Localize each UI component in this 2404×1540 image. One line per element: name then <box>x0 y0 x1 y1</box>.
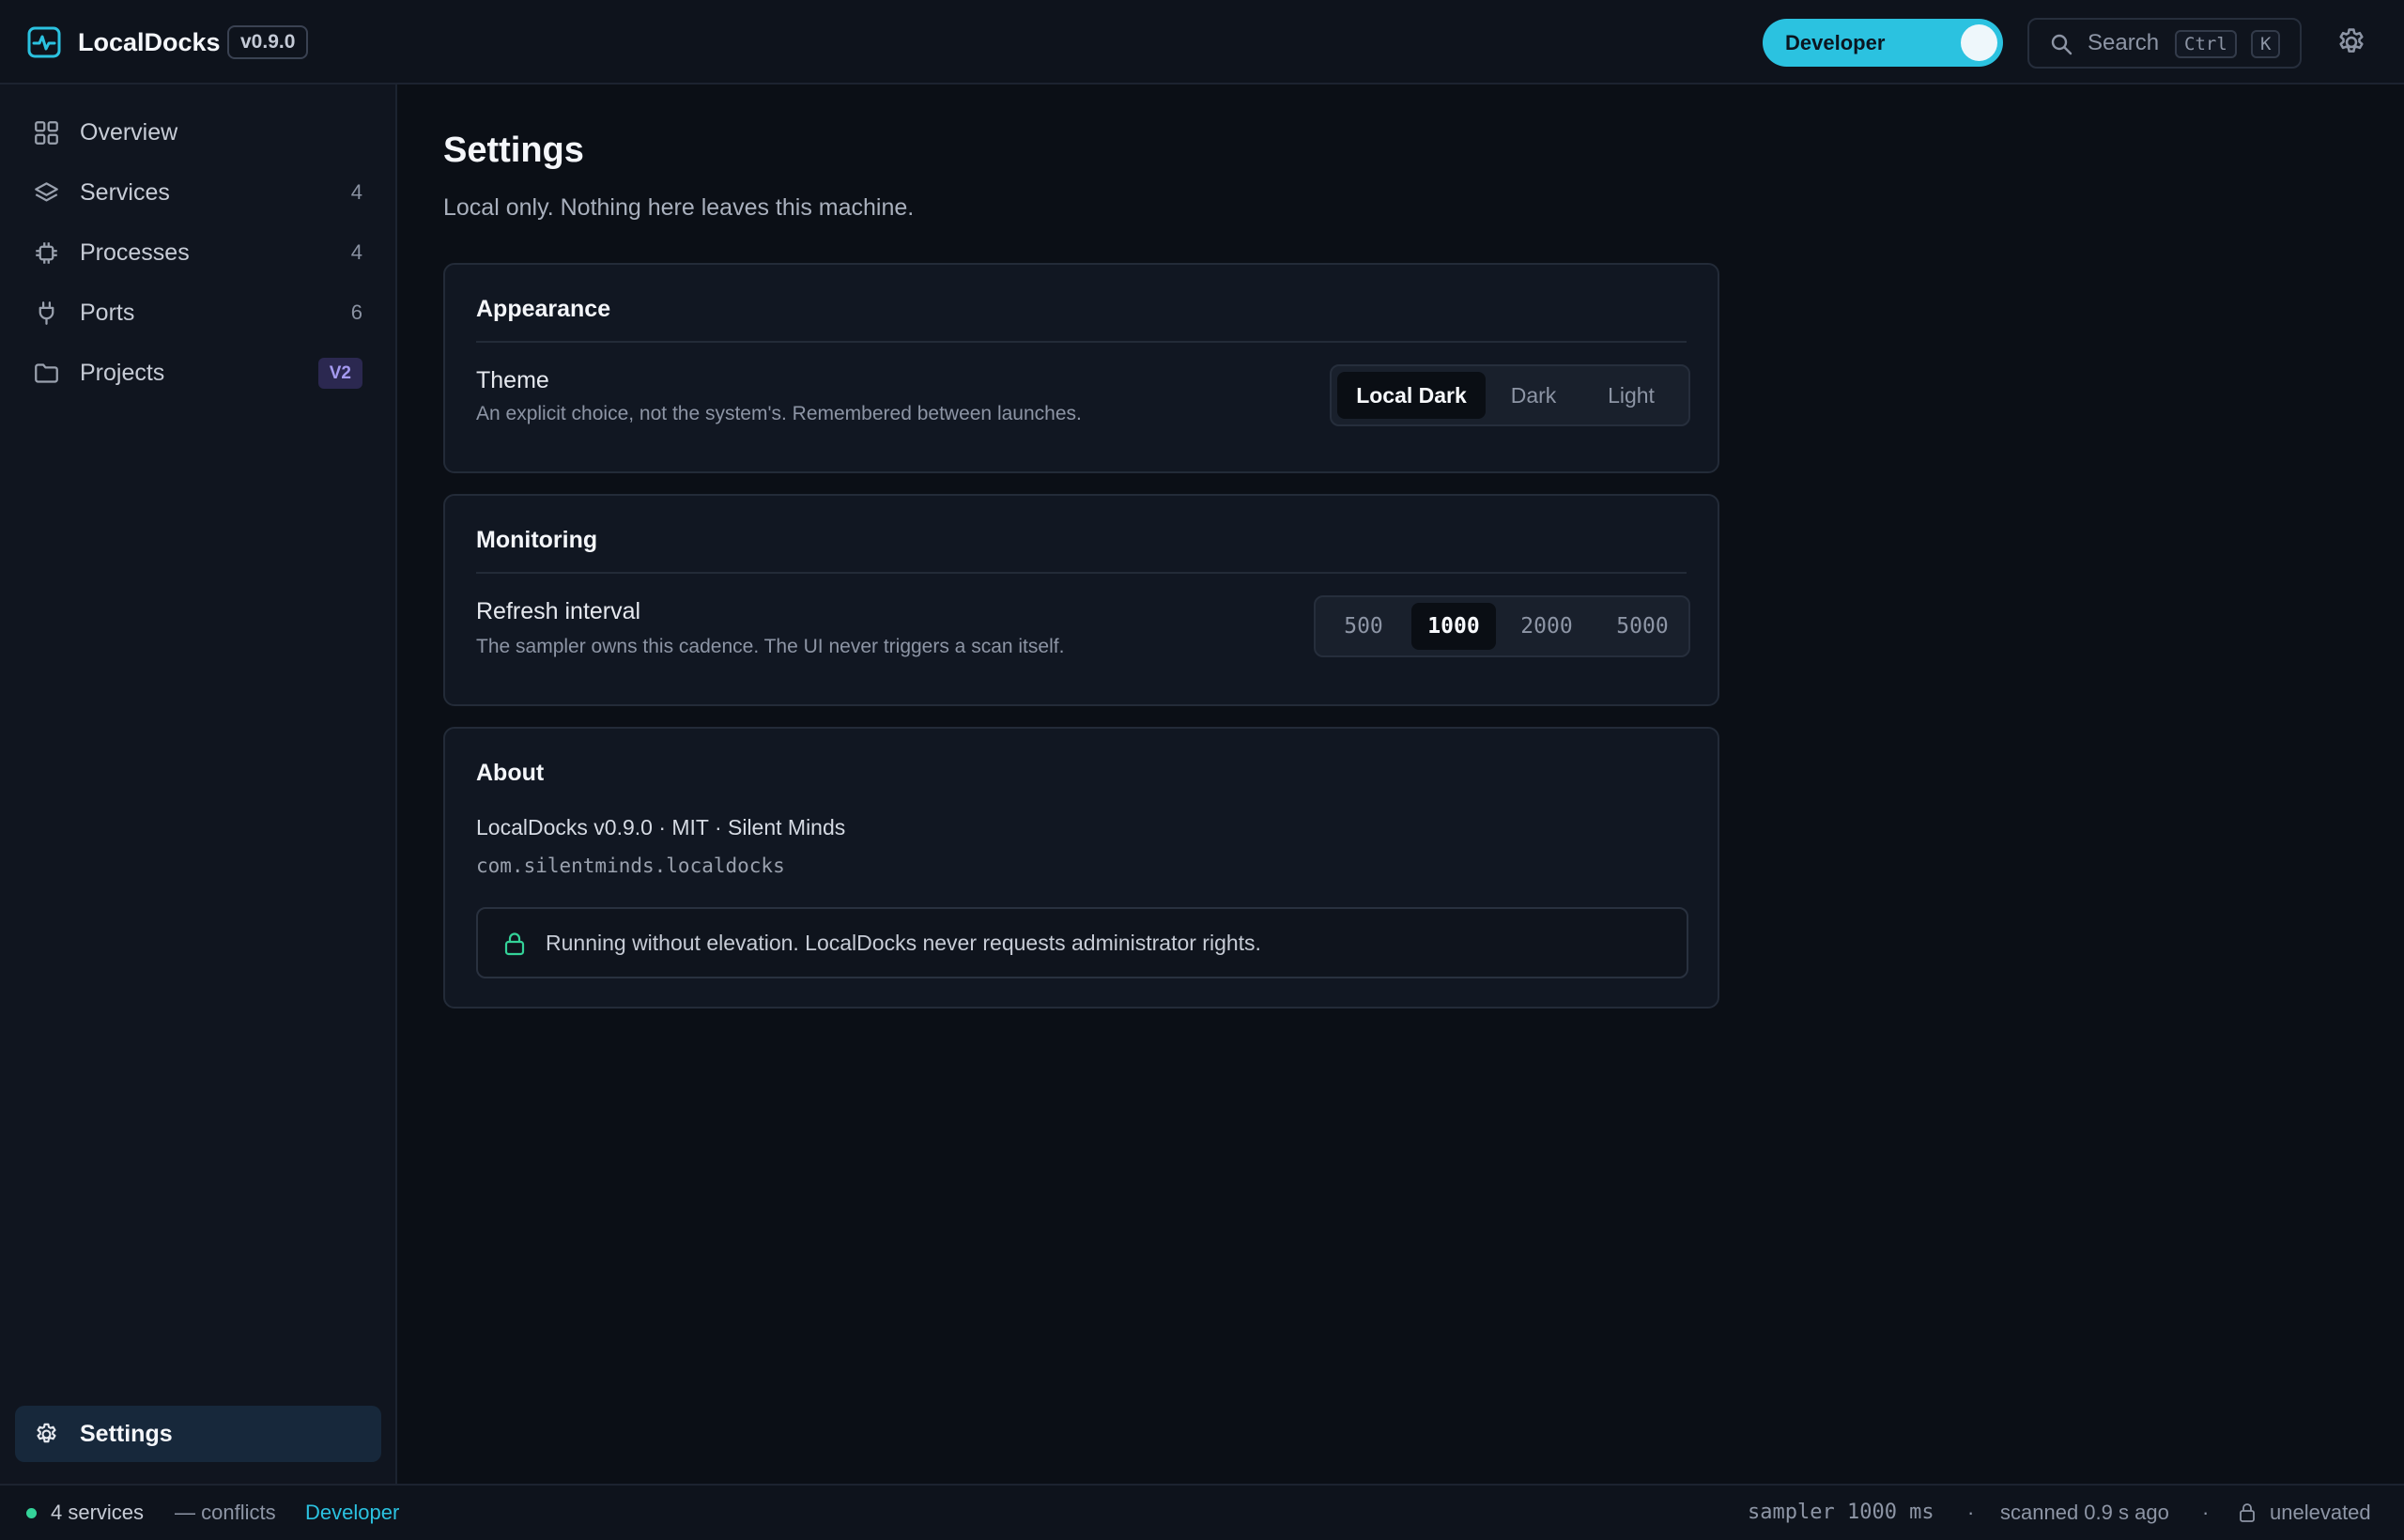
divider <box>476 341 1687 343</box>
ports-count: 6 <box>350 300 362 324</box>
divider <box>476 572 1687 574</box>
sidebar-item-label: Overview <box>80 119 178 146</box>
theme-option-dark[interactable]: Dark <box>1491 372 1576 419</box>
conflicts-status: — conflicts <box>175 1501 276 1524</box>
monitoring-card: Monitoring Refresh interval The sampler … <box>443 494 1719 706</box>
card-title: Monitoring <box>476 527 598 553</box>
shortcut-key-k: K <box>2251 30 2281 58</box>
services-count: 4 <box>350 180 362 204</box>
sidebar-item-label: Processes <box>80 239 190 266</box>
top-bar: LocalDocks v0.9.0 Developer Search Ctrl … <box>0 0 2404 85</box>
sidebar-item-label: Ports <box>80 300 135 326</box>
status-bar: 4 services — conflicts Developer sampler… <box>0 1484 2404 1540</box>
about-card: About LocalDocks v0.9.0 · MIT · Silent M… <box>443 727 1719 1009</box>
separator: · <box>1967 1501 1975 1524</box>
separator: · <box>2202 1501 2210 1524</box>
appearance-card: Appearance Theme An explicit choice, not… <box>443 263 1719 473</box>
cpu-chip-icon <box>36 242 57 264</box>
grid-icon <box>35 121 58 145</box>
search-label: Search <box>2088 30 2160 55</box>
interval-option-1000[interactable]: 1000 <box>1411 603 1496 650</box>
interval-option-2000[interactable]: 2000 <box>1502 603 1592 650</box>
lock-icon <box>2240 1503 2255 1522</box>
plug-icon <box>39 301 54 325</box>
gear-icon <box>37 1423 56 1443</box>
processes-count: 4 <box>350 240 362 264</box>
sidebar-item-settings[interactable]: Settings <box>15 1406 381 1462</box>
page-subtitle: Local only. Nothing here leaves this mac… <box>443 194 915 221</box>
sidebar-item-services[interactable]: Services 4 <box>15 166 381 219</box>
sampler-status: sampler 1000 ms <box>1748 1501 1934 1524</box>
developer-mode-label: Developer <box>1785 31 1886 54</box>
about-version-line: LocalDocks v0.9.0 · MIT · Silent Minds <box>476 815 846 839</box>
gear-icon[interactable] <box>2335 26 2367 58</box>
sidebar-item-label: Projects <box>80 360 165 386</box>
card-title: About <box>476 760 545 786</box>
search-button[interactable]: Search Ctrl K <box>2027 18 2302 69</box>
card-title: Appearance <box>476 296 611 322</box>
theme-selector: Local Dark Dark Light <box>1330 364 1690 426</box>
interval-option-500[interactable]: 500 <box>1321 603 1406 650</box>
sidebar-item-overview[interactable]: Overview <box>15 106 381 159</box>
refresh-interval-label: Refresh interval <box>476 598 641 624</box>
developer-mode-toggle[interactable]: Developer <box>1763 19 2003 67</box>
version-2-badge: V2 <box>317 358 362 389</box>
sidebar-item-processes[interactable]: Processes 4 <box>15 226 381 279</box>
layers-icon <box>35 182 58 202</box>
services-status: 4 services <box>51 1501 145 1524</box>
scanned-status: scanned 0.9 s ago <box>2000 1501 2169 1524</box>
theme-option-local-dark[interactable]: Local Dark <box>1337 372 1486 419</box>
sidebar-item-label: Services <box>80 179 170 206</box>
theme-label: Theme <box>476 367 549 393</box>
mode-status: Developer <box>305 1501 400 1524</box>
bundle-identifier: com.silentminds.localdocks <box>476 855 785 877</box>
activity-monitor-icon <box>27 26 61 58</box>
page-title: Settings <box>443 131 584 170</box>
sidebar-item-label: Settings <box>80 1421 173 1447</box>
theme-option-light[interactable]: Light <box>1581 372 1681 419</box>
app-title: LocalDocks <box>78 28 221 56</box>
theme-description: An explicit choice, not the system's. Re… <box>476 403 1082 424</box>
elevation-notice: Running without elevation. LocalDocks ne… <box>476 907 1688 978</box>
sidebar-item-projects[interactable]: Projects V2 <box>15 346 381 399</box>
lock-icon <box>504 932 525 956</box>
status-dot <box>26 1508 37 1518</box>
search-icon <box>2051 34 2073 55</box>
sidebar-item-ports[interactable]: Ports 6 <box>15 286 381 339</box>
shortcut-key-ctrl: Ctrl <box>2175 30 2237 58</box>
toggle-knob <box>1961 24 1997 61</box>
version-badge: v0.9.0 <box>227 25 309 59</box>
refresh-interval-selector: 500 1000 2000 5000 <box>1314 595 1690 657</box>
sidebar: Overview Services 4 Processes 4 Ports 6 … <box>0 85 397 1484</box>
refresh-interval-description: The sampler owns this cadence. The UI ne… <box>476 636 1065 657</box>
elevation-notice-text: Running without elevation. LocalDocks ne… <box>546 931 1261 955</box>
folder-icon <box>35 363 58 383</box>
elevation-status: unelevated <box>2270 1501 2371 1524</box>
interval-option-5000[interactable]: 5000 <box>1597 603 1687 650</box>
